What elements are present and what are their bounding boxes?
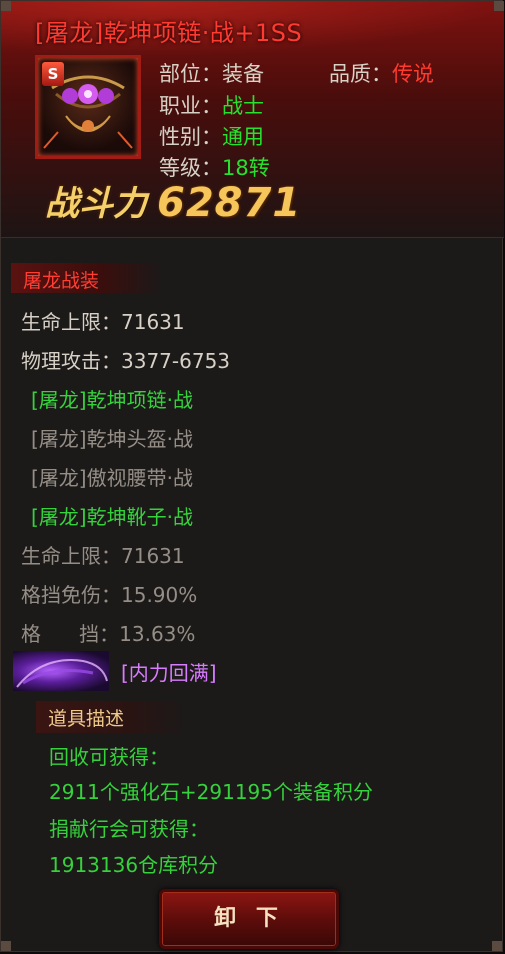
slot-value: 装备	[222, 62, 264, 86]
item-tooltip-panel: [屠龙]乾坤项链·战+1SS S 部位：装备 品质：传说 职业：战士 性别：通用…	[0, 0, 504, 952]
class-value: 战士	[222, 94, 264, 118]
corner-ornament-right	[494, 1, 504, 11]
quality-value: 传说	[392, 62, 434, 86]
set-title: 屠龙战装	[23, 270, 100, 292]
set-base-stat-attack: 物理攻击：3377-6753	[21, 349, 231, 373]
unequip-button[interactable]: 卸 下	[159, 889, 339, 949]
unequip-button-label: 卸 下	[214, 906, 284, 931]
set-section-tab: 屠龙战装	[11, 263, 161, 293]
set-piece-belt: [屠龙]傲视腰带·战	[31, 466, 193, 490]
combat-power-value: 62871	[157, 180, 302, 226]
corner-ornament-left	[1, 1, 11, 11]
class-row: 职业：战士	[159, 90, 264, 120]
gender-value: 通用	[222, 125, 264, 149]
description-line: 2911个强化石+291195个装备积分	[49, 780, 374, 804]
class-label: 职业：	[159, 94, 222, 118]
skill-effect-icon	[13, 651, 109, 691]
set-bonus-hp: 生命上限：71631	[21, 544, 185, 568]
description-line: 1913136仓库积分	[49, 853, 219, 877]
corner-ornament-bottom-left	[1, 941, 11, 951]
necklace-icon: S	[35, 55, 141, 159]
set-skill: [内力回满]	[121, 661, 217, 685]
set-piece-necklace: [屠龙]乾坤项链·战	[31, 388, 193, 412]
gender-label: 性别：	[159, 125, 222, 149]
description-line: 捐献行会可获得：	[49, 817, 209, 841]
slot-row: 部位：装备	[159, 58, 264, 88]
set-bonus-block: 格 挡：13.63%	[21, 622, 196, 646]
set-piece-boots: [屠龙]乾坤靴子·战	[31, 505, 193, 529]
quality-label: 品质：	[329, 62, 392, 86]
combat-power: 战斗力 62871	[45, 176, 305, 236]
corner-ornament-bottom-right	[492, 941, 502, 951]
set-base-stat-hp: 生命上限：71631	[21, 310, 185, 334]
description-line: 回收可获得：	[49, 745, 169, 769]
combat-power-label: 战斗力	[45, 184, 147, 224]
item-title: [屠龙]乾坤项链·战+1SS	[35, 19, 303, 47]
description-section-tab: 道具描述	[36, 701, 186, 733]
set-piece-helmet: [屠龙]乾坤头盔·战	[31, 427, 193, 451]
skill-swirl-art	[16, 659, 108, 688]
quality-row: 品质：传说	[329, 58, 434, 88]
gender-row: 性别：通用	[159, 121, 264, 151]
rank-badge: S	[42, 62, 64, 86]
description-title: 道具描述	[48, 708, 125, 730]
item-header: [屠龙]乾坤项链·战+1SS S 部位：装备 品质：传说 职业：战士 性别：通用…	[1, 1, 504, 238]
slot-label: 部位：	[159, 62, 222, 86]
set-bonus-block-reduction: 格挡免伤：15.90%	[21, 583, 198, 607]
